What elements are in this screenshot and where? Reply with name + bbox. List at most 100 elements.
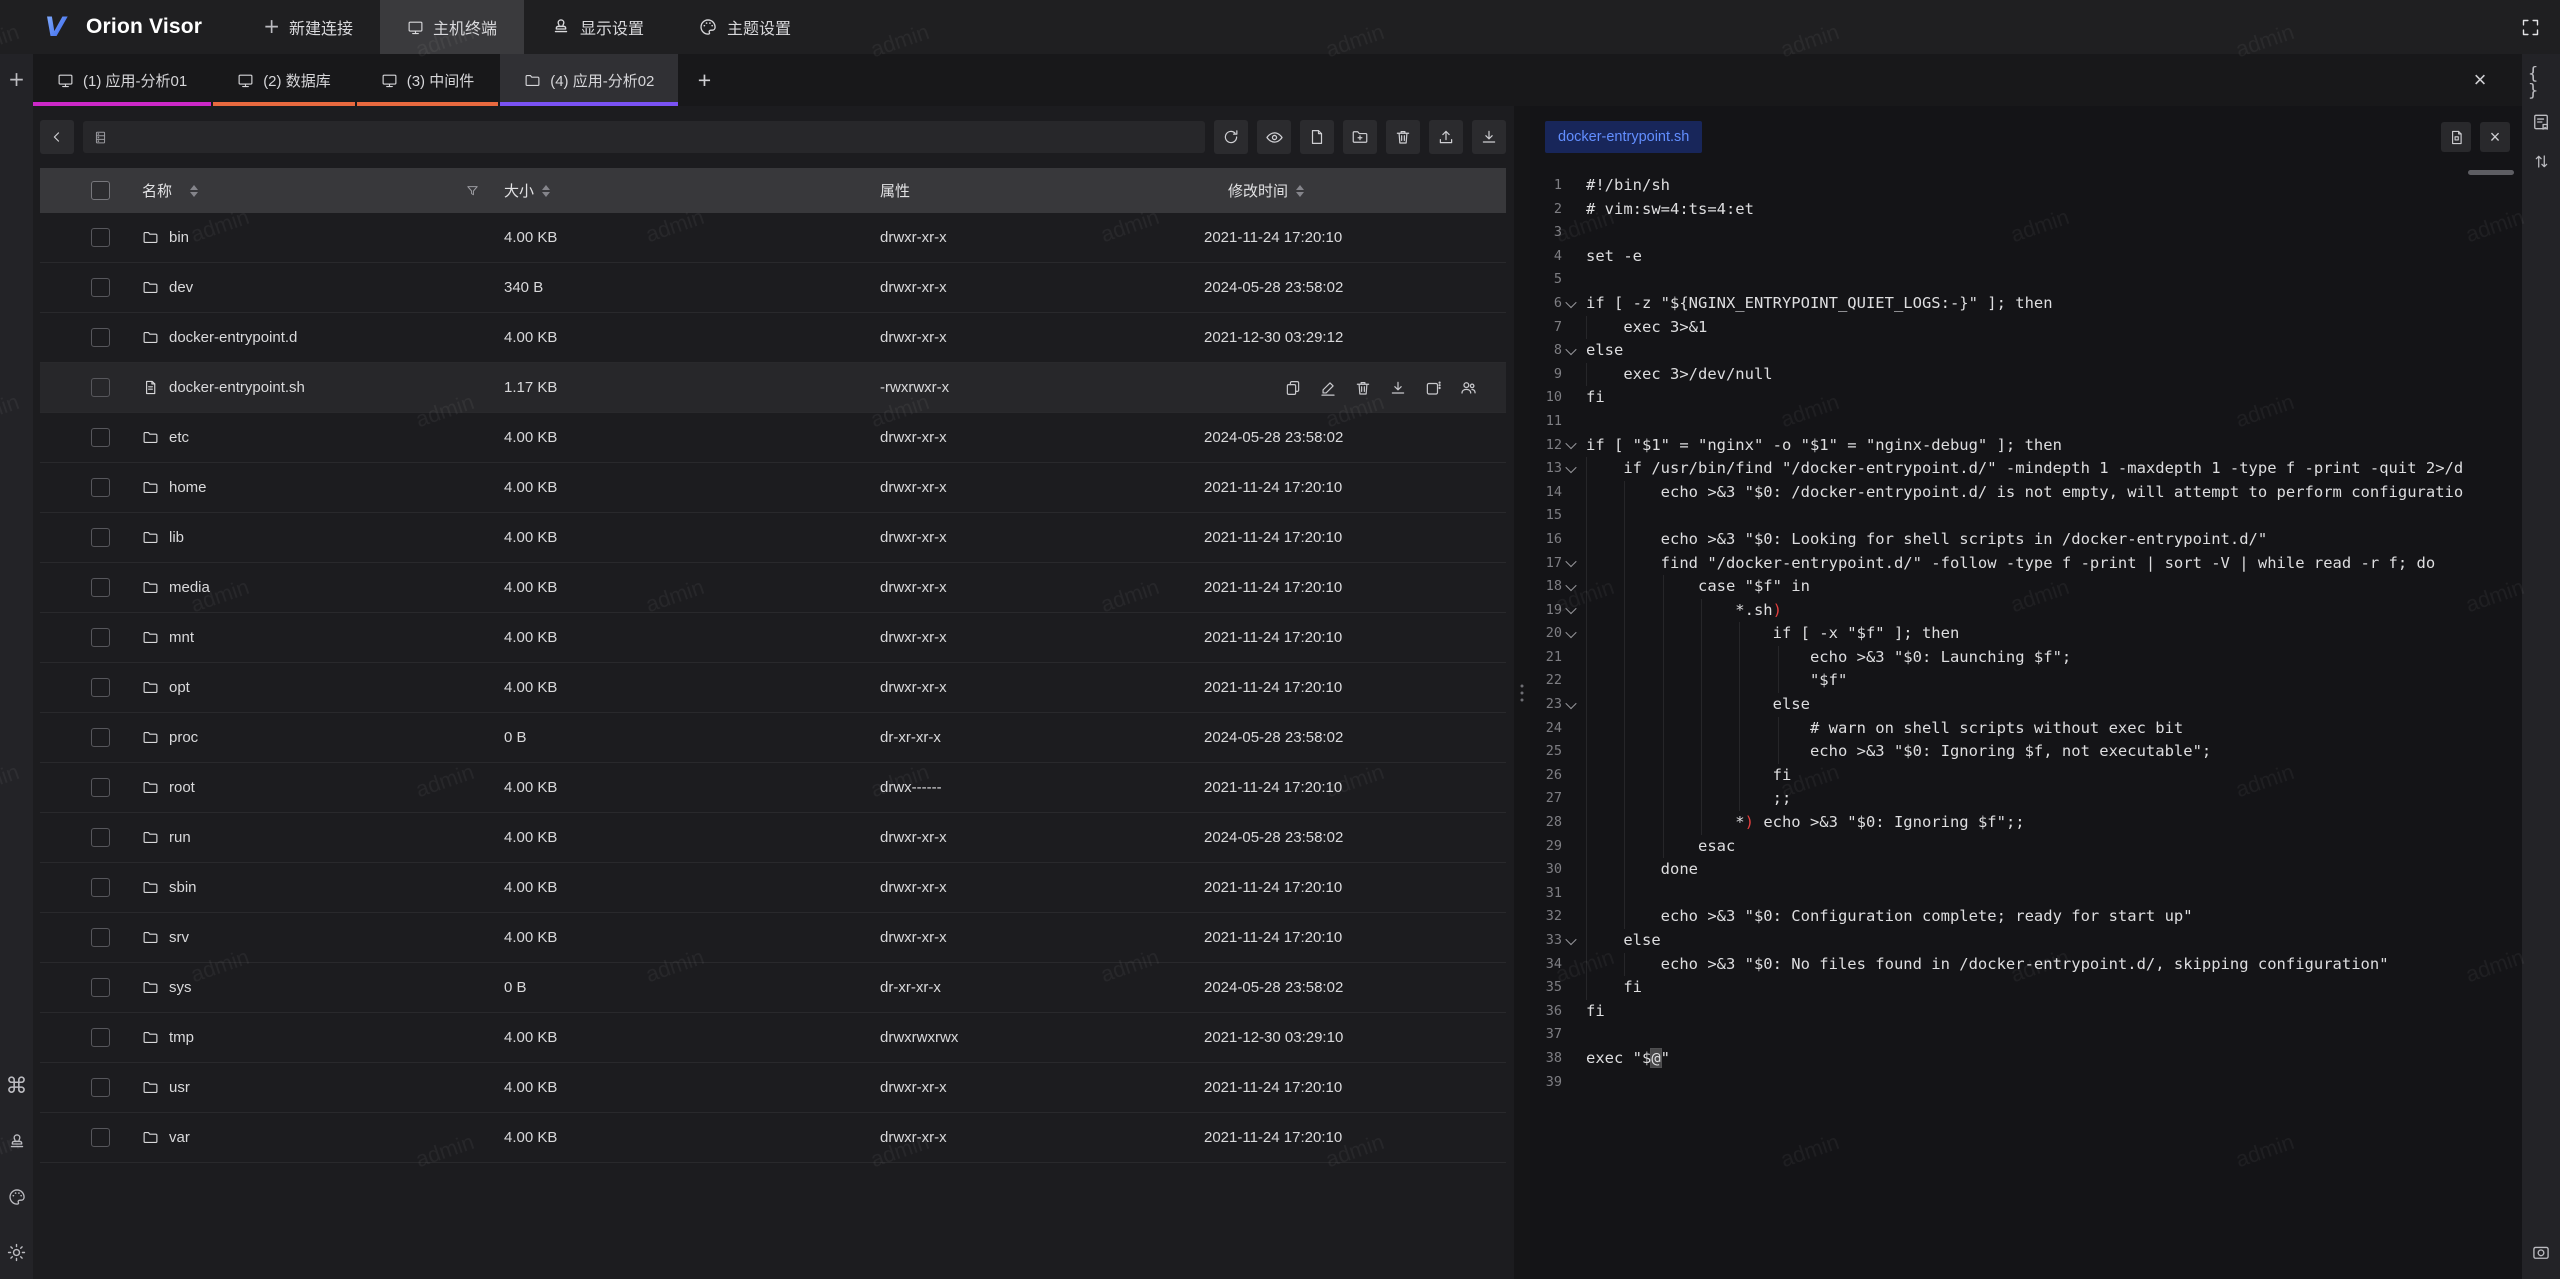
table-row[interactable]: root4.00 KBdrwx------2021-11-24 17:20:10 bbox=[40, 763, 1506, 813]
sort-size-control[interactable] bbox=[542, 185, 550, 197]
gear-icon[interactable] bbox=[4, 1239, 30, 1265]
fold-chevron-icon[interactable] bbox=[1562, 339, 1580, 363]
command-icon[interactable]: ⌘ bbox=[4, 1074, 30, 1100]
table-row[interactable]: sbin4.00 KBdrwxr-xr-x2021-11-24 17:20:10 bbox=[40, 863, 1506, 913]
trash-button[interactable] bbox=[1386, 120, 1420, 154]
row-checkbox[interactable] bbox=[91, 1128, 110, 1147]
row-checkbox[interactable] bbox=[91, 628, 110, 647]
editor-close-button[interactable]: × bbox=[2480, 122, 2510, 152]
filter-icon[interactable] bbox=[465, 183, 480, 198]
add-tab-button[interactable]: + bbox=[680, 54, 728, 106]
folder-new-button[interactable] bbox=[1343, 120, 1377, 154]
file-name[interactable]: media bbox=[169, 579, 210, 596]
trash-action-button[interactable] bbox=[1354, 379, 1372, 397]
file-name[interactable]: lib bbox=[169, 529, 184, 546]
sort-name-control[interactable] bbox=[190, 185, 198, 197]
menu-item-theme-settings[interactable]: 主题设置 bbox=[671, 0, 818, 54]
users-action-button[interactable] bbox=[1459, 378, 1478, 397]
table-row[interactable]: usr4.00 KBdrwxr-xr-x2021-11-24 17:20:10 bbox=[40, 1063, 1506, 1113]
table-row[interactable]: docker-entrypoint.d4.00 KBdrwxr-xr-x2021… bbox=[40, 313, 1506, 363]
back-button[interactable] bbox=[40, 120, 74, 154]
table-row[interactable]: mnt4.00 KBdrwxr-xr-x2021-11-24 17:20:10 bbox=[40, 613, 1506, 663]
file-name[interactable]: bin bbox=[169, 229, 189, 246]
file-name[interactable]: mnt bbox=[169, 629, 194, 646]
edit-action-button[interactable] bbox=[1319, 379, 1337, 397]
row-checkbox[interactable] bbox=[91, 678, 110, 697]
file-name[interactable]: proc bbox=[169, 729, 198, 746]
row-checkbox[interactable] bbox=[91, 478, 110, 497]
file-name[interactable]: sbin bbox=[169, 879, 197, 896]
table-row[interactable]: media4.00 KBdrwxr-xr-x2021-11-24 17:20:1… bbox=[40, 563, 1506, 613]
table-row[interactable]: proc0 Bdr-xr-xr-x2024-05-28 23:58:02 bbox=[40, 713, 1506, 763]
row-checkbox[interactable] bbox=[91, 728, 110, 747]
editor-file-tab[interactable]: docker-entrypoint.sh bbox=[1545, 121, 1702, 153]
doc-bookmark-icon[interactable] bbox=[2528, 109, 2554, 135]
row-checkbox[interactable] bbox=[91, 1028, 110, 1047]
row-checkbox[interactable] bbox=[91, 328, 110, 347]
menu-item-host-terminal[interactable]: 主机终端 bbox=[380, 0, 524, 54]
table-row[interactable]: srv4.00 KBdrwxr-xr-x2021-11-24 17:20:10 bbox=[40, 913, 1506, 963]
download-action-button[interactable] bbox=[1389, 379, 1407, 397]
fold-chevron-icon[interactable] bbox=[1562, 434, 1580, 458]
row-checkbox[interactable] bbox=[91, 278, 110, 297]
save-button[interactable] bbox=[2441, 122, 2471, 152]
row-checkbox[interactable] bbox=[91, 1078, 110, 1097]
terminal-tab-3[interactable]: (3) 中间件 bbox=[357, 54, 499, 106]
menu-item-new-connection[interactable]: +新建连接 bbox=[236, 0, 380, 54]
fold-chevron-icon[interactable] bbox=[1562, 292, 1580, 316]
fold-chevron-icon[interactable] bbox=[1562, 693, 1580, 717]
refresh-button[interactable] bbox=[1214, 120, 1248, 154]
row-checkbox[interactable] bbox=[91, 378, 110, 397]
row-checkbox[interactable] bbox=[91, 828, 110, 847]
fullscreen-button[interactable] bbox=[2514, 11, 2546, 43]
table-row[interactable]: etc4.00 KBdrwxr-xr-x2024-05-28 23:58:02 bbox=[40, 413, 1506, 463]
file-name[interactable]: usr bbox=[169, 1079, 190, 1096]
file-name[interactable]: tmp bbox=[169, 1029, 194, 1046]
sort-mtime-control[interactable] bbox=[1296, 185, 1304, 197]
fold-chevron-icon[interactable] bbox=[1562, 457, 1580, 481]
select-all-checkbox[interactable] bbox=[91, 181, 110, 200]
camera-icon[interactable] bbox=[2528, 1239, 2554, 1265]
table-row[interactable]: dev340 Bdrwxr-xr-x2024-05-28 23:58:02 bbox=[40, 263, 1506, 313]
table-row[interactable]: run4.00 KBdrwxr-xr-x2024-05-28 23:58:02 bbox=[40, 813, 1506, 863]
file-name[interactable]: root bbox=[169, 779, 195, 796]
menu-item-display-settings[interactable]: 显示设置 bbox=[524, 0, 671, 54]
file-name[interactable]: sys bbox=[169, 979, 192, 996]
fold-chevron-icon[interactable] bbox=[1562, 552, 1580, 576]
table-row[interactable]: var4.00 KBdrwxr-xr-x2021-11-24 17:20:10 bbox=[40, 1113, 1506, 1163]
file-name[interactable]: run bbox=[169, 829, 191, 846]
file-name[interactable]: var bbox=[169, 1129, 190, 1146]
copy-action-button[interactable] bbox=[1284, 379, 1302, 397]
swap-icon[interactable] bbox=[2528, 148, 2554, 174]
table-row[interactable]: home4.00 KBdrwxr-xr-x2021-11-24 17:20:10 bbox=[40, 463, 1506, 513]
file-name[interactable]: home bbox=[169, 479, 207, 496]
table-row[interactable]: bin4.00 KBdrwxr-xr-x2021-11-24 17:20:10 bbox=[40, 213, 1506, 263]
panel-divider[interactable] bbox=[1514, 106, 1530, 1279]
fold-chevron-icon[interactable] bbox=[1562, 575, 1580, 599]
file-new-button[interactable] bbox=[1300, 120, 1334, 154]
file-name[interactable]: srv bbox=[169, 929, 189, 946]
file-name[interactable]: opt bbox=[169, 679, 190, 696]
upload-button[interactable] bbox=[1429, 120, 1463, 154]
stamp-icon[interactable] bbox=[4, 1129, 30, 1155]
download-button[interactable] bbox=[1472, 120, 1506, 154]
row-checkbox[interactable] bbox=[91, 578, 110, 597]
table-row[interactable]: sys0 Bdr-xr-xr-x2024-05-28 23:58:02 bbox=[40, 963, 1506, 1013]
close-tabs-button[interactable]: × bbox=[2460, 54, 2500, 106]
row-checkbox[interactable] bbox=[91, 978, 110, 997]
braces-icon[interactable]: { } bbox=[2528, 70, 2554, 96]
path-input[interactable] bbox=[83, 121, 1205, 153]
file-name[interactable]: docker-entrypoint.d bbox=[169, 329, 297, 346]
row-checkbox[interactable] bbox=[91, 428, 110, 447]
fold-chevron-icon[interactable] bbox=[1562, 929, 1580, 953]
fold-chevron-icon[interactable] bbox=[1562, 599, 1580, 623]
table-row[interactable]: docker-entrypoint.sh1.17 KB-rwxrwxr-x bbox=[40, 363, 1506, 413]
file-name[interactable]: etc bbox=[169, 429, 189, 446]
table-row[interactable]: opt4.00 KBdrwxr-xr-x2021-11-24 17:20:10 bbox=[40, 663, 1506, 713]
table-row[interactable]: tmp4.00 KBdrwxrwxrwx2021-12-30 03:29:10 bbox=[40, 1013, 1506, 1063]
rail-add-button[interactable]: + bbox=[4, 66, 30, 92]
table-row[interactable]: lib4.00 KBdrwxr-xr-x2021-11-24 17:20:10 bbox=[40, 513, 1506, 563]
file-name[interactable]: dev bbox=[169, 279, 193, 296]
row-checkbox[interactable] bbox=[91, 778, 110, 797]
palette-icon[interactable] bbox=[4, 1184, 30, 1210]
